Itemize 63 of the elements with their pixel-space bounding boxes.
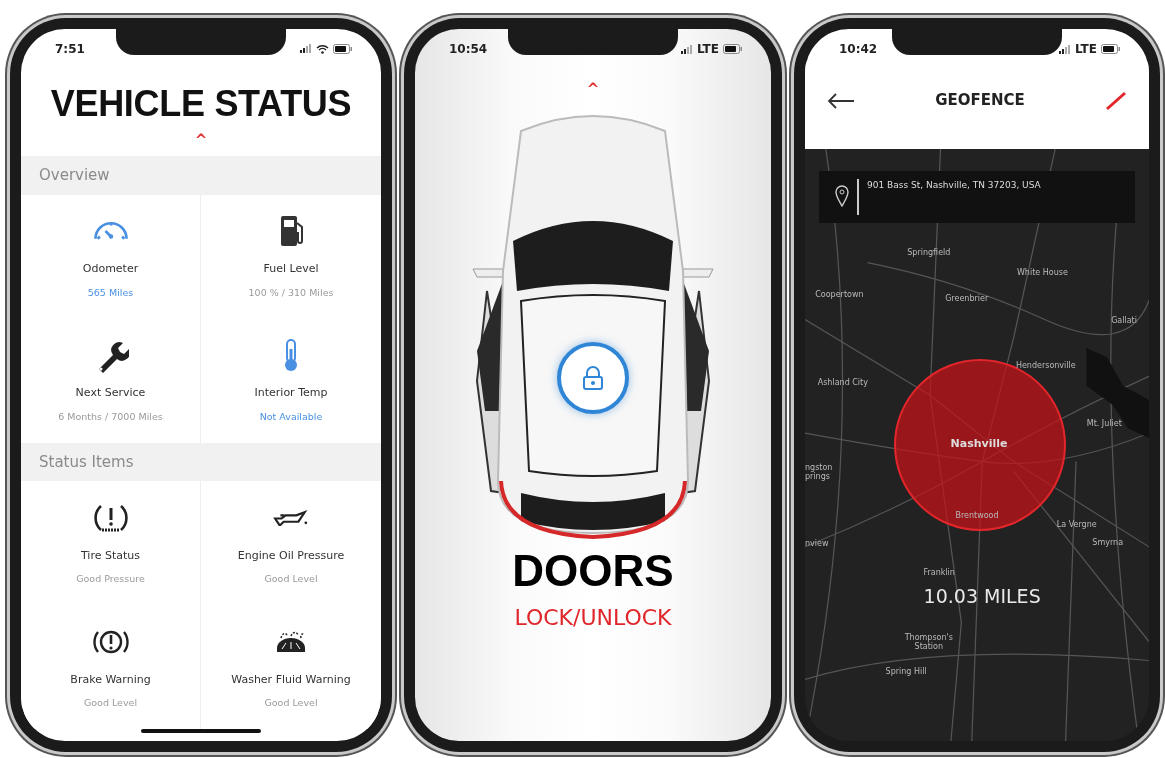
map-label: Franklin	[923, 567, 955, 580]
map-label: Coopertown	[815, 288, 864, 301]
map-label: Nashville	[950, 436, 1008, 453]
battery-icon	[723, 44, 743, 54]
map-label: Gallati	[1111, 314, 1137, 327]
battery-icon	[1101, 44, 1121, 54]
signal-icon	[300, 44, 312, 54]
tile-value: 100 % / 310 Miles	[248, 285, 334, 300]
network-type: LTE	[1074, 41, 1097, 58]
map-label: Mt. Juliet	[1086, 417, 1122, 430]
battery-icon	[333, 43, 353, 54]
address-bar[interactable]: 901 Bass St, Nashville, TN 37203, USA	[819, 171, 1135, 223]
section-header: Status Items	[21, 442, 381, 481]
back-arrow-icon	[827, 92, 855, 109]
wifi-icon	[316, 43, 329, 54]
map-label: Thompson's Station	[903, 633, 954, 653]
map-label: Ashland City	[817, 376, 868, 389]
address-text: 901 Bass St, Nashville, TN 37203, USA	[867, 179, 1041, 192]
location-pin-icon	[835, 185, 849, 207]
tile-value: Good Level	[264, 572, 318, 587]
tile-value: Not Available	[259, 409, 323, 424]
section-header: Overview	[21, 156, 381, 195]
screen-title: DOORS	[511, 549, 675, 593]
collapse-chevron[interactable]: ^	[586, 80, 600, 98]
tile-label: Fuel Level	[263, 261, 319, 278]
distance-readout: 10.03 MILES	[923, 583, 1041, 609]
padlock-icon	[582, 365, 604, 392]
tile-label: Brake Warning	[70, 671, 151, 688]
collapse-chevron[interactable]: ^	[194, 131, 208, 149]
signal-icon	[680, 44, 693, 54]
status-tile[interactable]: Brake Warning Good Level	[21, 605, 201, 729]
tile-label: Washer Fluid Warning	[231, 671, 351, 688]
clock-time: 10:54	[449, 41, 488, 58]
map-label: White House	[1016, 267, 1068, 280]
map-label: Hendersonville	[1015, 359, 1076, 372]
screen-title: GEOFENCE	[935, 89, 1025, 111]
tile-label: Odometer	[82, 261, 139, 278]
edit-icon	[1105, 90, 1127, 111]
tile-value: Good Level	[83, 696, 138, 711]
tile-label: Tire Status	[80, 547, 140, 564]
map-label: ngston prings	[805, 463, 834, 483]
gauge-icon	[92, 221, 129, 242]
tile-value: Good Pressure	[76, 572, 145, 587]
tile-value: Good Level	[264, 696, 318, 711]
clock-time: 10:42	[839, 41, 878, 58]
map-label: Smyrna	[1092, 536, 1124, 549]
clock-time: 7:51	[55, 40, 85, 58]
signal-icon	[1058, 44, 1071, 54]
map-label: nview	[805, 537, 829, 550]
map-label: Brentwood	[955, 510, 999, 523]
network-type: LTE	[696, 41, 719, 58]
tile-value: 6 Months / 7000 Miles	[58, 409, 163, 424]
tile-value: 565 Miles	[87, 285, 134, 300]
tile-label: Interior Temp	[254, 385, 328, 402]
tile-label: Next Service	[75, 385, 146, 402]
map-label: Spring Hill	[885, 665, 927, 678]
map-label: La Vergne	[1056, 518, 1097, 531]
tile-label: Engine Oil Pressure	[237, 547, 345, 564]
map-label: Springfield	[907, 247, 951, 260]
map-label: Greenbrier	[945, 292, 989, 305]
oil-can-icon	[273, 509, 309, 526]
screen-title: VEHICLE STATUS	[49, 84, 353, 124]
lock-unlock-link[interactable]: LOCK/UNLOCK	[514, 605, 672, 630]
